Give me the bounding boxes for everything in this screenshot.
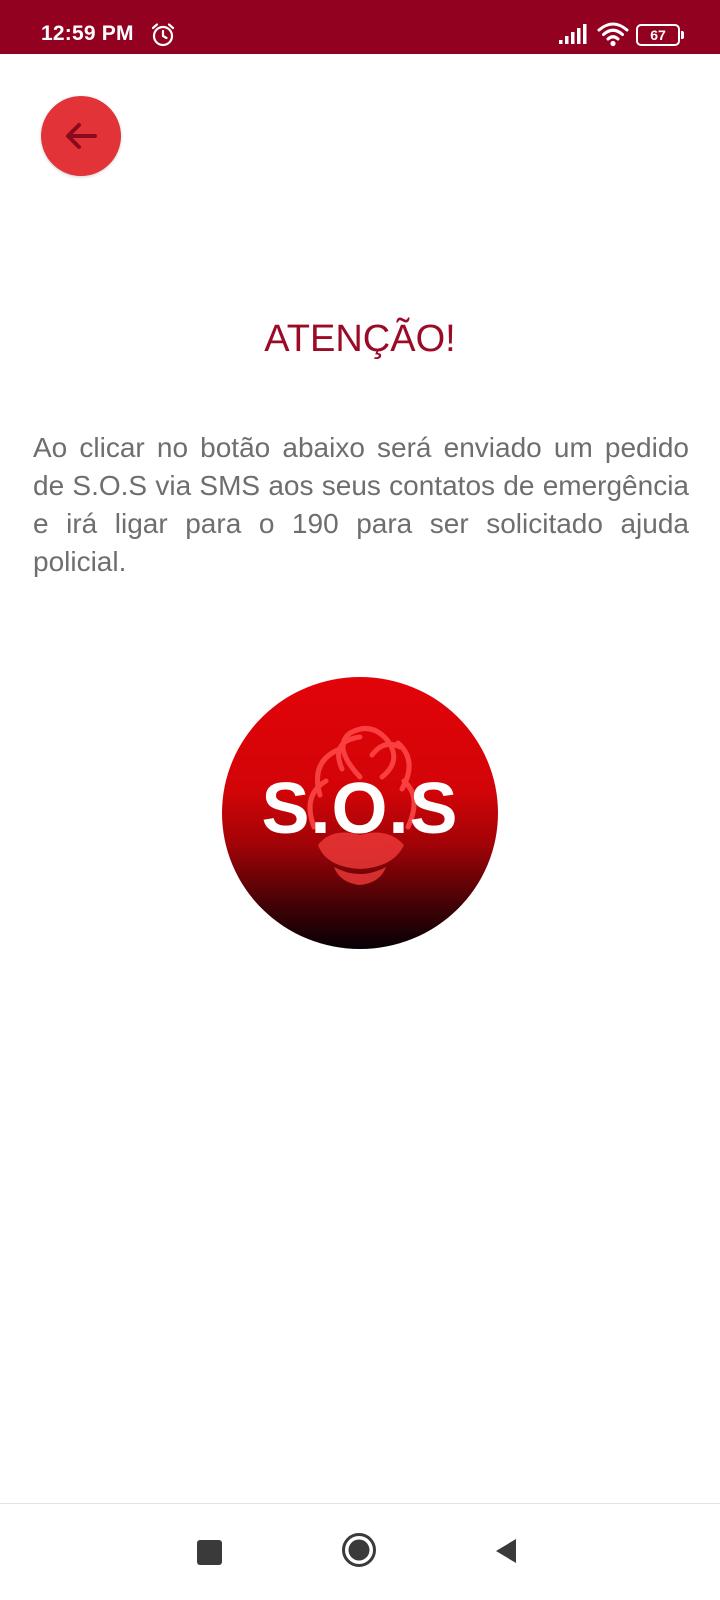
recent-apps-icon[interactable] xyxy=(197,1540,222,1565)
sos-info-text: Ao clicar no botão abaixo será enviado u… xyxy=(33,432,689,577)
back-button[interactable] xyxy=(41,96,121,176)
arrow-left-icon xyxy=(66,123,97,149)
battery-level-text: 67 xyxy=(650,27,666,43)
battery-cap xyxy=(681,31,684,39)
status-time: 12:59 PM xyxy=(41,22,134,45)
sos-label: S.O.S xyxy=(261,769,459,849)
battery-icon: 67 xyxy=(636,24,684,46)
back-triangle-icon[interactable] xyxy=(492,1535,520,1567)
navigation-bar xyxy=(0,1504,720,1600)
page-title: ATENÇÃO! xyxy=(264,318,456,360)
signal-icon xyxy=(559,24,587,44)
sos-button[interactable]: S.O.S xyxy=(222,677,498,949)
home-icon[interactable] xyxy=(341,1532,377,1568)
wifi-icon xyxy=(597,22,629,47)
status-bar: 12:59 PM 67 xyxy=(0,0,720,54)
alarm-icon xyxy=(151,23,175,47)
